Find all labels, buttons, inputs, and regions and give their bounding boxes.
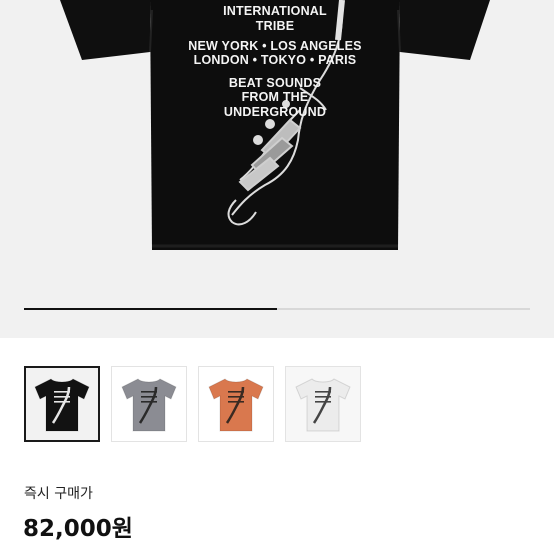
image-progress-fill [24,308,277,310]
price-label: 즉시 구매가 [24,486,93,502]
tshirt-thumbnail-icon [295,378,351,432]
thumbnail-white[interactable] [285,366,361,442]
shirt-print-line: INTERNATIONAL [223,4,327,18]
tshirt-thumbnail-icon [34,378,90,432]
shirt-print-line: TRIBE [255,19,295,33]
thumbnail-black[interactable] [24,366,100,442]
thumbnail-orange[interactable] [198,366,274,442]
thumbnail-grey[interactable] [111,366,187,442]
tshirt-thumbnail-icon [208,378,264,432]
price-value: 82,000원 [23,516,133,542]
shirt-print-line: LONDON • TOKYO • PARIS [193,53,357,67]
shirt-print-line: UNDERGROUND [223,105,327,119]
shirt-print-line: FROM THE [241,90,309,104]
color-thumbnail-list [24,366,361,442]
product-image-viewer[interactable]: INTERNATIONAL TRIBE NEW YORK • LOS ANGEL… [0,0,554,338]
tshirt-thumbnail-icon [121,378,177,432]
image-progress-bar [24,308,530,310]
